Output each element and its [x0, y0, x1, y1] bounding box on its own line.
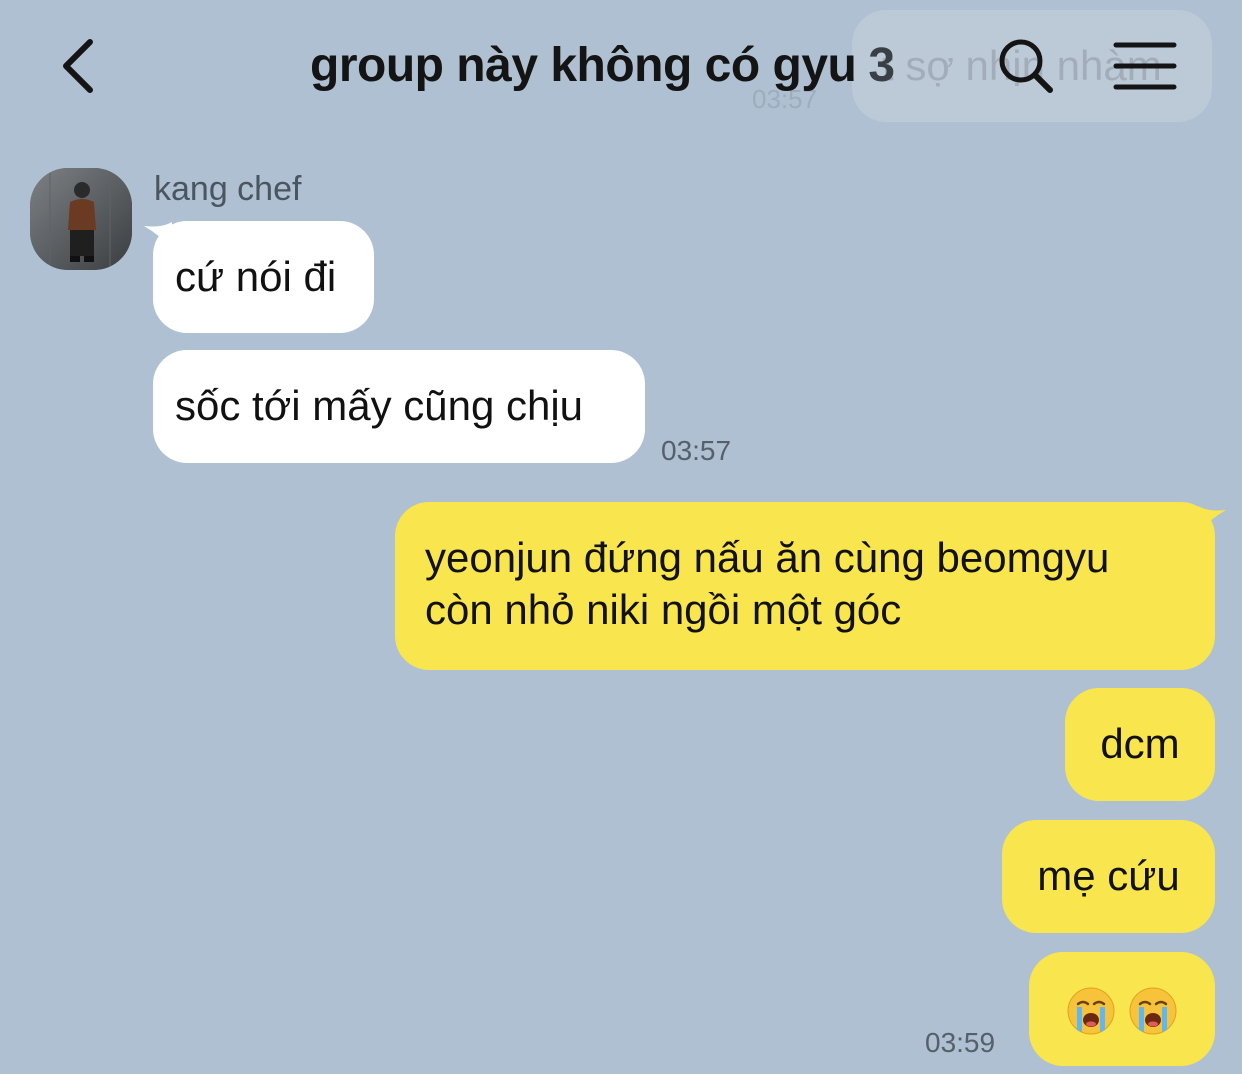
message-text: sốc tới mấy cũng chịu: [175, 382, 584, 429]
chat-title-text: group này không có gyu: [310, 39, 857, 92]
message-text: mẹ cứu: [1037, 852, 1180, 899]
message-bubble-outgoing[interactable]: mẹ cứu: [1002, 820, 1215, 933]
chat-screen: t sợ nhịn nhàm 03:57 group này không có …: [0, 0, 1242, 1074]
message-text: dcm: [1100, 720, 1180, 767]
message-bubble-incoming[interactable]: sốc tới mấy cũng chịu: [153, 350, 645, 463]
message-bubble-outgoing[interactable]: [1029, 952, 1215, 1066]
avatar[interactable]: [30, 168, 132, 270]
message-timestamp: 03:59: [925, 1027, 996, 1058]
chat-title: group này không có gyu 3: [310, 38, 895, 93]
loudly-crying-face-icon: [1067, 987, 1115, 1035]
loudly-crying-face-icon: [1129, 987, 1177, 1035]
back-button[interactable]: [52, 30, 112, 102]
message-text-line: yeonjun đứng nấu ăn cùng beomgyu: [425, 534, 1110, 581]
message-timestamp: 03:57: [661, 435, 732, 466]
message-text-line: còn nhỏ niki ngồi một góc: [425, 586, 902, 633]
profile-photo: [30, 168, 132, 270]
sender-name: kang chef: [154, 170, 302, 208]
menu-button[interactable]: [1112, 40, 1178, 92]
search-icon: [999, 39, 1053, 93]
chevron-left-icon: [63, 39, 93, 93]
chat-header: t sợ nhịn nhàm 03:57 group này không có …: [0, 0, 1242, 134]
message-bubble-outgoing[interactable]: yeonjun đứng nấu ăn cùng beomgyu còn nhỏ…: [395, 502, 1215, 670]
message-bubble-incoming[interactable]: cứ nói đi: [153, 221, 374, 333]
message-bubble-outgoing[interactable]: dcm: [1065, 688, 1215, 801]
search-button[interactable]: [996, 36, 1056, 96]
member-count: 3: [868, 39, 895, 92]
menu-icon: [1113, 42, 1177, 90]
message-text: cứ nói đi: [175, 253, 337, 300]
emoji-message: [1066, 984, 1178, 1035]
